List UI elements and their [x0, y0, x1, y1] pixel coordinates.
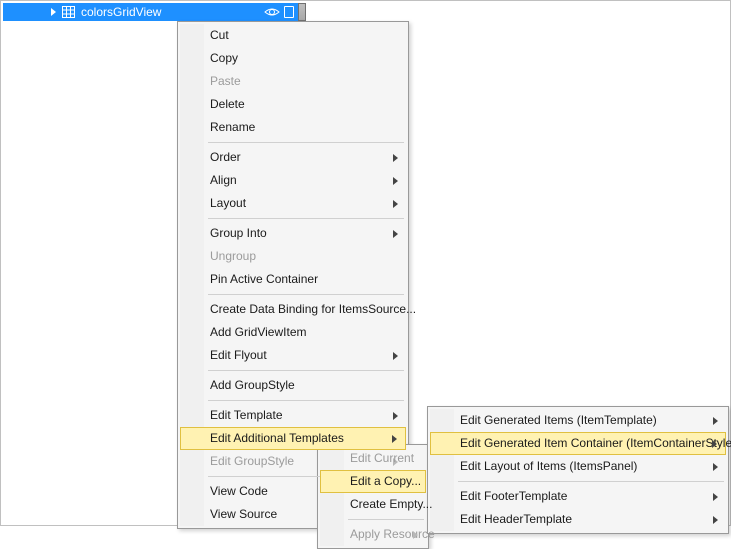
menu-delete[interactable]: Delete: [180, 93, 406, 116]
tree-node-selected[interactable]: colorsGridView: [3, 3, 298, 21]
menu-apply-resource: Apply Resource: [320, 523, 426, 546]
menu-item-label: Order: [210, 150, 241, 164]
menu-item-label: Apply Resource: [350, 527, 435, 541]
menu-create-empty[interactable]: Create Empty...: [320, 493, 426, 516]
submenu-additional-templates: Edit Generated Items (ItemTemplate) Edit…: [427, 406, 729, 534]
submenu-arrow-icon: [393, 412, 398, 420]
menu-layout[interactable]: Layout: [180, 192, 406, 215]
menu-item-label: Edit Generated Items (ItemTemplate): [460, 413, 657, 427]
menu-add-groupstyle[interactable]: Add GroupStyle: [180, 374, 406, 397]
menu-item-label: Edit Template: [210, 408, 283, 422]
visibility-icon[interactable]: [264, 6, 280, 18]
menu-paste: Paste: [180, 70, 406, 93]
submenu-arrow-icon: [713, 493, 718, 501]
submenu-arrow-icon: [413, 531, 418, 539]
submenu-arrow-icon: [712, 440, 717, 448]
menu-item-label: Edit Layout of Items (ItemsPanel): [460, 459, 637, 473]
menu-order[interactable]: Order: [180, 146, 406, 169]
menu-edit-current: Edit Current: [320, 447, 426, 470]
menu-group-into[interactable]: Group Into: [180, 222, 406, 245]
gridview-icon: [62, 6, 75, 18]
menu-align[interactable]: Align: [180, 169, 406, 192]
menu-generated-items[interactable]: Edit Generated Items (ItemTemplate): [430, 409, 726, 432]
submenu-arrow-icon: [393, 230, 398, 238]
submenu-arrow-icon: [713, 463, 718, 471]
separator: [458, 481, 724, 482]
menu-rename[interactable]: Rename: [180, 116, 406, 139]
separator: [208, 294, 404, 295]
menu-item-label: Align: [210, 173, 237, 187]
menu-generated-item-container[interactable]: Edit Generated Item Container (ItemConta…: [430, 432, 726, 455]
menu-item-label: Edit Generated Item Container (ItemConta…: [460, 436, 731, 450]
menu-item-label: Edit Additional Templates: [210, 431, 344, 445]
separator: [348, 519, 424, 520]
menu-data-binding[interactable]: Create Data Binding for ItemsSource...: [180, 298, 406, 321]
menu-item-label: Layout: [210, 196, 246, 210]
menu-copy[interactable]: Copy: [180, 47, 406, 70]
menu-footer-template[interactable]: Edit FooterTemplate: [430, 485, 726, 508]
submenu-arrow-icon: [393, 352, 398, 360]
panel-splitter[interactable]: [298, 3, 306, 21]
separator: [208, 370, 404, 371]
submenu-arrow-icon: [392, 435, 397, 443]
menu-item-label: Edit GroupStyle: [210, 454, 294, 468]
separator: [208, 142, 404, 143]
menu-item-label: Edit Flyout: [210, 348, 267, 362]
menu-layout-of-items[interactable]: Edit Layout of Items (ItemsPanel): [430, 455, 726, 478]
menu-item-label: Group Into: [210, 226, 267, 240]
submenu-template-actions: Edit Current Edit a Copy... Create Empty…: [317, 444, 429, 549]
separator: [208, 218, 404, 219]
submenu-arrow-icon: [393, 154, 398, 162]
menu-edit-flyout[interactable]: Edit Flyout: [180, 344, 406, 367]
submenu-arrow-icon: [713, 417, 718, 425]
menu-add-gridviewitem[interactable]: Add GridViewItem: [180, 321, 406, 344]
lock-icon[interactable]: [284, 6, 294, 18]
submenu-arrow-icon: [393, 200, 398, 208]
menu-cut[interactable]: Cut: [180, 24, 406, 47]
menu-header-template[interactable]: Edit HeaderTemplate: [430, 508, 726, 531]
menu-edit-template[interactable]: Edit Template: [180, 404, 406, 427]
submenu-arrow-icon: [393, 177, 398, 185]
expand-icon: [51, 8, 56, 16]
submenu-arrow-icon: [713, 516, 718, 524]
menu-edit-a-copy[interactable]: Edit a Copy...: [320, 470, 426, 493]
menu-item-label: Edit HeaderTemplate: [460, 512, 572, 526]
menu-pin-active[interactable]: Pin Active Container: [180, 268, 406, 291]
menu-ungroup: Ungroup: [180, 245, 406, 268]
separator: [208, 400, 404, 401]
menu-item-label: Edit FooterTemplate: [460, 489, 567, 503]
tree-node-label: colorsGridView: [81, 5, 161, 19]
